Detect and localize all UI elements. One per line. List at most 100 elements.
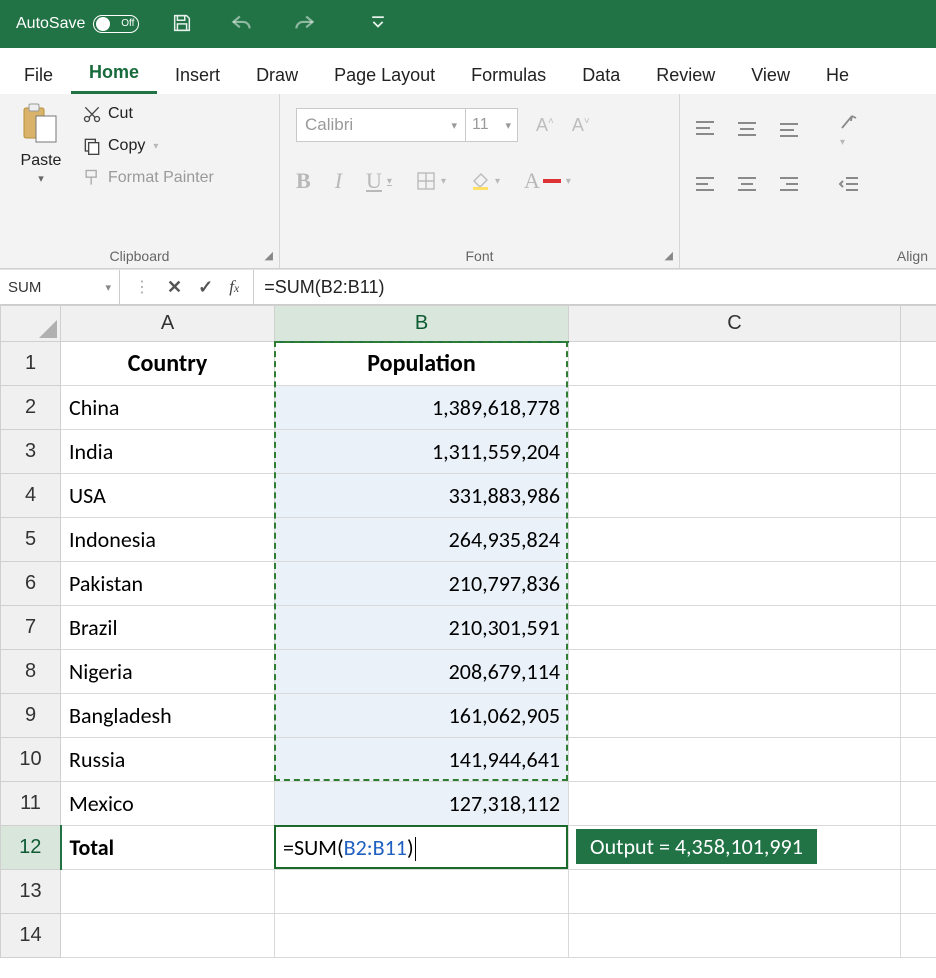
cell[interactable]: 1,311,559,204	[275, 430, 569, 474]
chevron-down-icon[interactable]: ▾	[566, 176, 571, 187]
cell-a12[interactable]: Total	[61, 826, 275, 870]
column-header-b[interactable]: B	[275, 306, 569, 342]
tab-file[interactable]: File	[6, 55, 71, 94]
orientation-icon[interactable]: ▾	[838, 110, 862, 148]
row-header[interactable]: 1	[1, 342, 61, 386]
align-center-icon[interactable]	[736, 174, 758, 194]
row-header[interactable]: 8	[1, 650, 61, 694]
cell-d1[interactable]	[901, 342, 936, 386]
tab-draw[interactable]: Draw	[238, 55, 316, 94]
align-right-icon[interactable]	[778, 174, 800, 194]
cell[interactable]: Pakistan	[61, 562, 275, 606]
decrease-font-icon[interactable]: A˅	[572, 115, 590, 136]
chevron-down-icon[interactable]: ▾	[451, 119, 457, 132]
cell[interactable]: 331,883,986	[275, 474, 569, 518]
increase-font-icon[interactable]: A˄	[536, 115, 554, 136]
underline-button[interactable]: U▾	[366, 168, 392, 194]
column-header-a[interactable]: A	[61, 306, 275, 342]
save-icon[interactable]	[171, 12, 193, 37]
cell[interactable]: Indonesia	[61, 518, 275, 562]
cut-button[interactable]: Cut	[82, 104, 214, 124]
tab-home[interactable]: Home	[71, 52, 157, 94]
fill-color-button[interactable]: ▾	[470, 171, 500, 191]
row-header[interactable]: 11	[1, 782, 61, 826]
undo-icon[interactable]	[229, 12, 255, 37]
column-header-c[interactable]: C	[569, 306, 901, 342]
chevron-down-icon[interactable]: ▾	[105, 281, 111, 294]
row-header[interactable]: 2	[1, 386, 61, 430]
name-box[interactable]: SUM ▾	[0, 270, 120, 304]
autosave-toggle[interactable]: AutoSave Off	[16, 15, 139, 33]
autosave-pill[interactable]: Off	[93, 15, 139, 33]
dialog-launcher-icon[interactable]: ◢	[665, 249, 673, 262]
copy-button[interactable]: Copy ▾	[82, 136, 214, 156]
cell[interactable]: 161,062,905	[275, 694, 569, 738]
cancel-formula-icon[interactable]: ✕	[167, 277, 182, 298]
cell[interactable]: 1,389,618,778	[275, 386, 569, 430]
row-header[interactable]: 3	[1, 430, 61, 474]
redo-icon[interactable]	[291, 12, 317, 37]
cell-a1[interactable]: Country	[61, 342, 275, 386]
chevron-down-icon[interactable]: ▾	[495, 176, 500, 187]
font-name-select[interactable]: Calibri ▾	[296, 108, 466, 142]
cell[interactable]: 208,679,114	[275, 650, 569, 694]
row-header[interactable]: 6	[1, 562, 61, 606]
tab-view[interactable]: View	[733, 55, 808, 94]
row-header[interactable]: 14	[1, 914, 61, 958]
tab-formulas[interactable]: Formulas	[453, 55, 564, 94]
cell[interactable]: 127,318,112	[275, 782, 569, 826]
row-header[interactable]: 13	[1, 870, 61, 914]
align-left-icon[interactable]	[694, 174, 716, 194]
cell[interactable]: 141,944,641	[275, 738, 569, 782]
cell-b12-editing[interactable]: =SUM(B2:B11)	[275, 826, 569, 870]
align-bottom-icon[interactable]	[778, 119, 800, 139]
cell[interactable]: USA	[61, 474, 275, 518]
cell[interactable]: Bangladesh	[61, 694, 275, 738]
font-color-button[interactable]: A ▾	[524, 168, 571, 194]
chevron-down-icon[interactable]: ▾	[38, 172, 44, 185]
row-header[interactable]: 10	[1, 738, 61, 782]
worksheet-grid[interactable]: A B C 1 Country Population 2 China 1,389…	[0, 305, 936, 958]
align-top-icon[interactable]	[694, 119, 716, 139]
row-header[interactable]: 9	[1, 694, 61, 738]
row-header[interactable]: 7	[1, 606, 61, 650]
cell-b1[interactable]: Population	[275, 342, 569, 386]
cell[interactable]: India	[61, 430, 275, 474]
tab-data[interactable]: Data	[564, 55, 638, 94]
cell[interactable]: China	[61, 386, 275, 430]
cell[interactable]: Russia	[61, 738, 275, 782]
row-header[interactable]: 5	[1, 518, 61, 562]
row-header[interactable]: 4	[1, 474, 61, 518]
select-all-corner[interactable]	[1, 306, 61, 342]
cell[interactable]: 210,301,591	[275, 606, 569, 650]
column-header-d[interactable]	[901, 306, 936, 342]
tab-help[interactable]: He	[808, 55, 867, 94]
fx-icon[interactable]: fx	[229, 277, 239, 297]
cell[interactable]: Mexico	[61, 782, 275, 826]
formula-input[interactable]: =SUM(B2:B11)	[254, 270, 936, 304]
cell[interactable]: Nigeria	[61, 650, 275, 694]
decrease-indent-icon[interactable]	[838, 174, 860, 194]
paste-button[interactable]: Paste ▾	[10, 102, 72, 188]
row-header[interactable]: 12	[1, 826, 61, 870]
borders-button[interactable]: ▾	[416, 171, 446, 191]
tab-page-layout[interactable]: Page Layout	[316, 55, 453, 94]
tab-insert[interactable]: Insert	[157, 55, 238, 94]
chevron-down-icon[interactable]: ▾	[387, 176, 392, 187]
cell[interactable]: Brazil	[61, 606, 275, 650]
tab-review[interactable]: Review	[638, 55, 733, 94]
enter-formula-icon[interactable]: ✓	[198, 277, 213, 298]
font-size-select[interactable]: 11 ▾	[466, 108, 518, 142]
cell[interactable]	[569, 386, 901, 430]
italic-button[interactable]: I	[335, 168, 342, 194]
align-middle-icon[interactable]	[736, 119, 758, 139]
cell-c1[interactable]	[569, 342, 901, 386]
chevron-down-icon[interactable]: ▾	[441, 176, 446, 187]
chevron-down-icon[interactable]: ▾	[505, 119, 511, 132]
quick-access-more-icon[interactable]	[371, 16, 385, 33]
cell[interactable]: 210,797,836	[275, 562, 569, 606]
bold-button[interactable]: B	[296, 168, 311, 194]
cell[interactable]: 264,935,824	[275, 518, 569, 562]
dialog-launcher-icon[interactable]: ◢	[265, 249, 273, 262]
format-painter-button[interactable]: Format Painter	[82, 168, 214, 188]
